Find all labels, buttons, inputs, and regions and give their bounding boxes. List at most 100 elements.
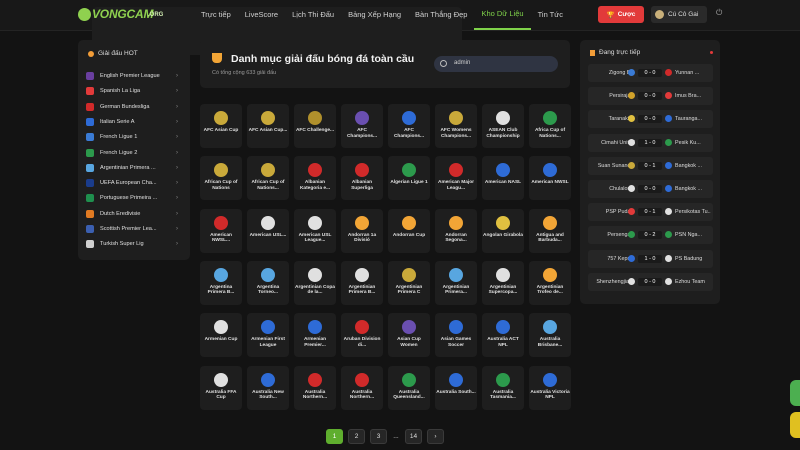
- league-card[interactable]: Australia Northern...: [341, 365, 383, 410]
- league-card[interactable]: Africa Cup of Nations...: [529, 104, 571, 148]
- league-card[interactable]: Argentinian Supercopa...: [482, 260, 524, 305]
- logout-icon[interactable]: ⏻: [716, 8, 722, 18]
- league-logo-icon: [402, 215, 416, 230]
- league-card[interactable]: Australia FFA Cup: [200, 365, 242, 410]
- away-team-logo-icon: [665, 185, 672, 192]
- league-card[interactable]: Argentinian Copa de la...: [294, 260, 336, 305]
- bet-button[interactable]: 🏆 Cược: [598, 6, 644, 23]
- nav-item-3[interactable]: Bảng Xếp Hạng: [341, 0, 408, 30]
- nav-item-0[interactable]: Trực tiếp: [194, 0, 238, 30]
- league-card[interactable]: Argentinian Primera...: [435, 260, 477, 305]
- league-card[interactable]: Australia Brisbane...: [529, 313, 571, 358]
- nav-item-5[interactable]: Kho Dữ Liệu: [474, 0, 531, 30]
- nav-item-1[interactable]: LiveScore: [238, 0, 285, 30]
- league-card[interactable]: Australia ACT NPL: [482, 313, 524, 358]
- page-button-2[interactable]: 2: [348, 429, 365, 444]
- page-button-1[interactable]: 1: [326, 429, 343, 444]
- league-card[interactable]: Armenian Premier...: [294, 313, 336, 358]
- league-card[interactable]: African Cup of Nations...: [247, 156, 289, 201]
- league-card[interactable]: Australia Northern...: [294, 365, 336, 410]
- league-card[interactable]: Albanian Superliga: [341, 156, 383, 201]
- sidebar-league-item[interactable]: Scottish Premier Lea... ›: [86, 222, 184, 236]
- away-team-name: Persikotas Tu...: [675, 209, 711, 216]
- league-card[interactable]: AFC Womens Champions...: [435, 104, 477, 148]
- league-card[interactable]: Albanian Kategoria e...: [294, 156, 336, 201]
- league-card[interactable]: Australia Tasmania...: [482, 365, 524, 410]
- league-card[interactable]: AFC Asian Cup: [200, 104, 242, 148]
- nav-item-4[interactable]: Bàn Thắng Đẹp: [408, 0, 474, 30]
- league-card[interactable]: Andorran 1a Divisió: [341, 208, 383, 253]
- sidebar-league-item[interactable]: Spanish La Liga ›: [86, 84, 184, 98]
- league-card[interactable]: AFC Champions...: [341, 104, 383, 148]
- live-match-row[interactable]: Cimahi United 1 - 0 Pesik Ku...: [588, 133, 713, 152]
- league-card[interactable]: ASEAN Club Championship: [482, 104, 524, 148]
- league-card[interactable]: American USL...: [247, 208, 289, 253]
- nav-item-6[interactable]: Tin Tức: [531, 0, 570, 30]
- page-button-3[interactable]: 3: [370, 429, 387, 444]
- league-card[interactable]: Asian Games Soccer: [435, 313, 477, 358]
- league-card[interactable]: Argentinian Trofeo de...: [529, 260, 571, 305]
- sidebar-league-item[interactable]: Argentinian Primera ... ›: [86, 161, 184, 175]
- page-button-last[interactable]: 14: [405, 429, 422, 444]
- league-card[interactable]: American NASL: [482, 156, 524, 201]
- promo-side-button[interactable]: [790, 412, 800, 438]
- league-card[interactable]: American USL League...: [294, 208, 336, 253]
- sidebar-league-item[interactable]: Dutch Eredivisie ›: [86, 207, 184, 221]
- live-match-row[interactable]: Shenzhengjia ... 0 - 0 Ezhou Team: [588, 272, 713, 291]
- league-card[interactable]: Andorran Segona...: [435, 208, 477, 253]
- league-card[interactable]: Argentina Torneo...: [247, 260, 289, 305]
- live-match-row[interactable]: Chulalon... 0 - 0 Bangkok ...: [588, 180, 713, 198]
- chat-side-button[interactable]: [790, 380, 800, 406]
- next-page-button[interactable]: ›: [427, 429, 444, 444]
- sidebar-league-item[interactable]: Turkish Super Lig ›: [86, 237, 184, 251]
- site-logo[interactable]: VONGCAM .ORG: [78, 6, 462, 55]
- sidebar-league-item[interactable]: German Bundesliga ›: [86, 100, 184, 114]
- league-card[interactable]: African Cup of Nations: [200, 156, 242, 201]
- sidebar-league-item[interactable]: French Ligue 2 ›: [86, 146, 184, 160]
- league-card[interactable]: Armenian First League: [247, 313, 289, 358]
- user-menu[interactable]: Cú Cô Gai: [651, 6, 707, 23]
- league-card[interactable]: American Major Leagu...: [435, 156, 477, 201]
- league-card[interactable]: Asian Cup Women: [388, 313, 430, 358]
- live-match-row[interactable]: 757 Kepri... 1 - 0 PS Badung: [588, 249, 713, 268]
- league-card[interactable]: Aruban Division di...: [341, 313, 383, 358]
- league-card[interactable]: Algerian Ligue 1: [388, 156, 430, 201]
- live-match-row[interactable]: Zigong B... 0 - 0 Yunnan ...: [588, 64, 713, 82]
- nav-item-2[interactable]: Lịch Thi Đấu: [285, 0, 341, 30]
- league-card[interactable]: Australia Queensland...: [388, 365, 430, 410]
- league-card[interactable]: American NWSL...: [200, 208, 242, 253]
- live-match-row[interactable]: Persiraja... 0 - 0 Imus Bra...: [588, 87, 713, 106]
- sidebar-league-item[interactable]: Italian Serie A ›: [86, 115, 184, 129]
- live-match-row[interactable]: Taranaki ... 0 - 0 Tauranga...: [588, 110, 713, 129]
- league-card[interactable]: American NWSL: [529, 156, 571, 201]
- league-card[interactable]: AFC Champions...: [388, 104, 430, 148]
- sidebar-league-item[interactable]: English Premier League ›: [86, 69, 184, 83]
- live-match-row[interactable]: Suan Sunand... 0 - 1 Bangkok ...: [588, 156, 713, 175]
- sidebar-league-item[interactable]: French Ligue 1 ›: [86, 130, 184, 144]
- league-card[interactable]: AFC Asian Cup...: [247, 104, 289, 148]
- league-card[interactable]: Angolan Girabola: [482, 208, 524, 253]
- search-input[interactable]: admin: [434, 56, 558, 72]
- league-logo-icon: [261, 267, 275, 282]
- league-card[interactable]: Armenian Cup: [200, 313, 242, 358]
- league-card[interactable]: Andorran Cup: [388, 208, 430, 253]
- league-card[interactable]: Australia South...: [435, 365, 477, 410]
- league-card[interactable]: Argentinian Primera B...: [341, 260, 383, 305]
- league-card-name: Algerian Ligue 1: [390, 180, 428, 186]
- sidebar-league-item[interactable]: UEFA European Cha... ›: [86, 176, 184, 190]
- league-card[interactable]: AFC Challenge...: [294, 104, 336, 148]
- live-match-row[interactable]: PSP Puda... 0 - 1 Persikotas Tu...: [588, 203, 713, 222]
- league-logo-icon: [86, 194, 94, 203]
- league-card[interactable]: Argentinian Primera C: [388, 260, 430, 305]
- league-logo-icon: [86, 87, 94, 96]
- league-logo-icon: [86, 102, 94, 111]
- league-card[interactable]: Australia Victoria NPL: [529, 365, 571, 410]
- live-match-row[interactable]: Persenga... 0 - 2 PSN Nga...: [588, 226, 713, 245]
- league-card[interactable]: Australia New South...: [247, 365, 289, 410]
- league-logo-icon: [496, 163, 510, 178]
- league-card[interactable]: Argentina Primera B...: [200, 260, 242, 305]
- search-value: admin: [454, 60, 471, 66]
- league-card[interactable]: Antigua and Barbuda...: [529, 208, 571, 253]
- match-score: 0 - 0: [638, 277, 662, 286]
- sidebar-league-item[interactable]: Portuguese Primeira ... ›: [86, 191, 184, 205]
